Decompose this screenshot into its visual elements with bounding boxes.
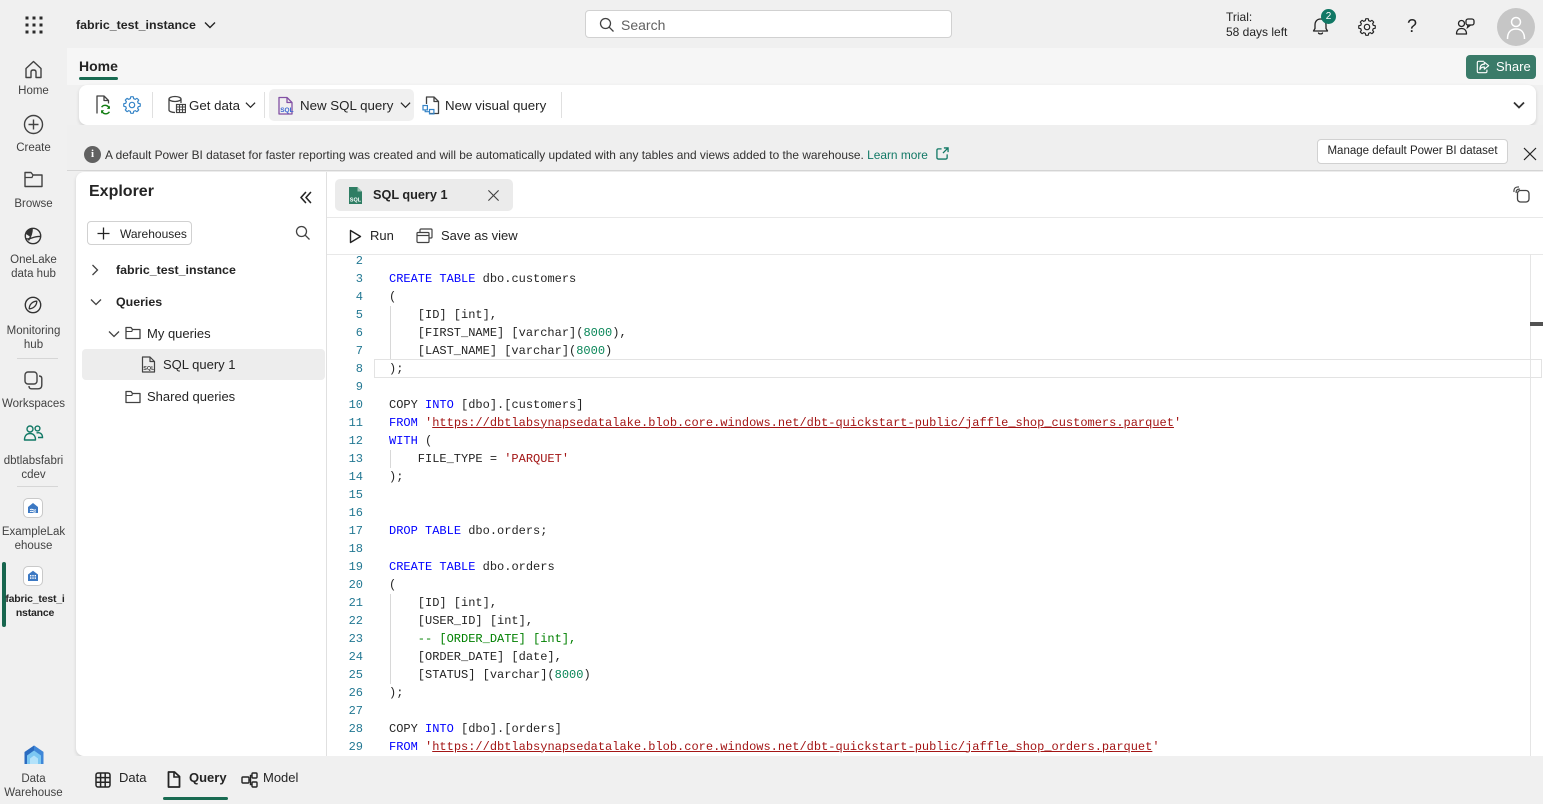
svg-text:SQL: SQL bbox=[280, 107, 293, 114]
svg-text:SQL: SQL bbox=[143, 366, 155, 372]
svg-text:SQL: SQL bbox=[350, 198, 362, 204]
